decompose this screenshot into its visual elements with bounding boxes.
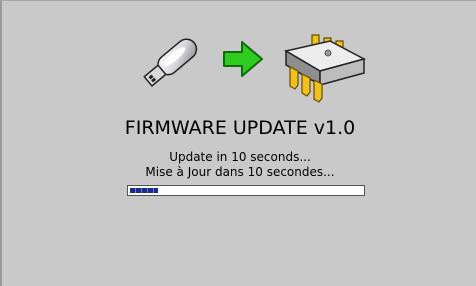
update-message-french: Mise à Jour dans 10 secondes... xyxy=(145,165,335,179)
usb-stick-icon xyxy=(143,38,198,87)
update-progress-fill xyxy=(130,188,158,193)
update-progress-bar xyxy=(127,185,365,196)
chip-icon xyxy=(283,34,367,103)
firmware-update-screen: FIRMWARE UPDATE v1.0 Update in 10 second… xyxy=(0,0,476,286)
update-title: FIRMWARE UPDATE v1.0 xyxy=(124,117,356,139)
arrow-right-icon xyxy=(223,41,263,77)
update-illustration xyxy=(132,25,372,105)
update-message-english: Update in 10 seconds... xyxy=(169,150,311,164)
